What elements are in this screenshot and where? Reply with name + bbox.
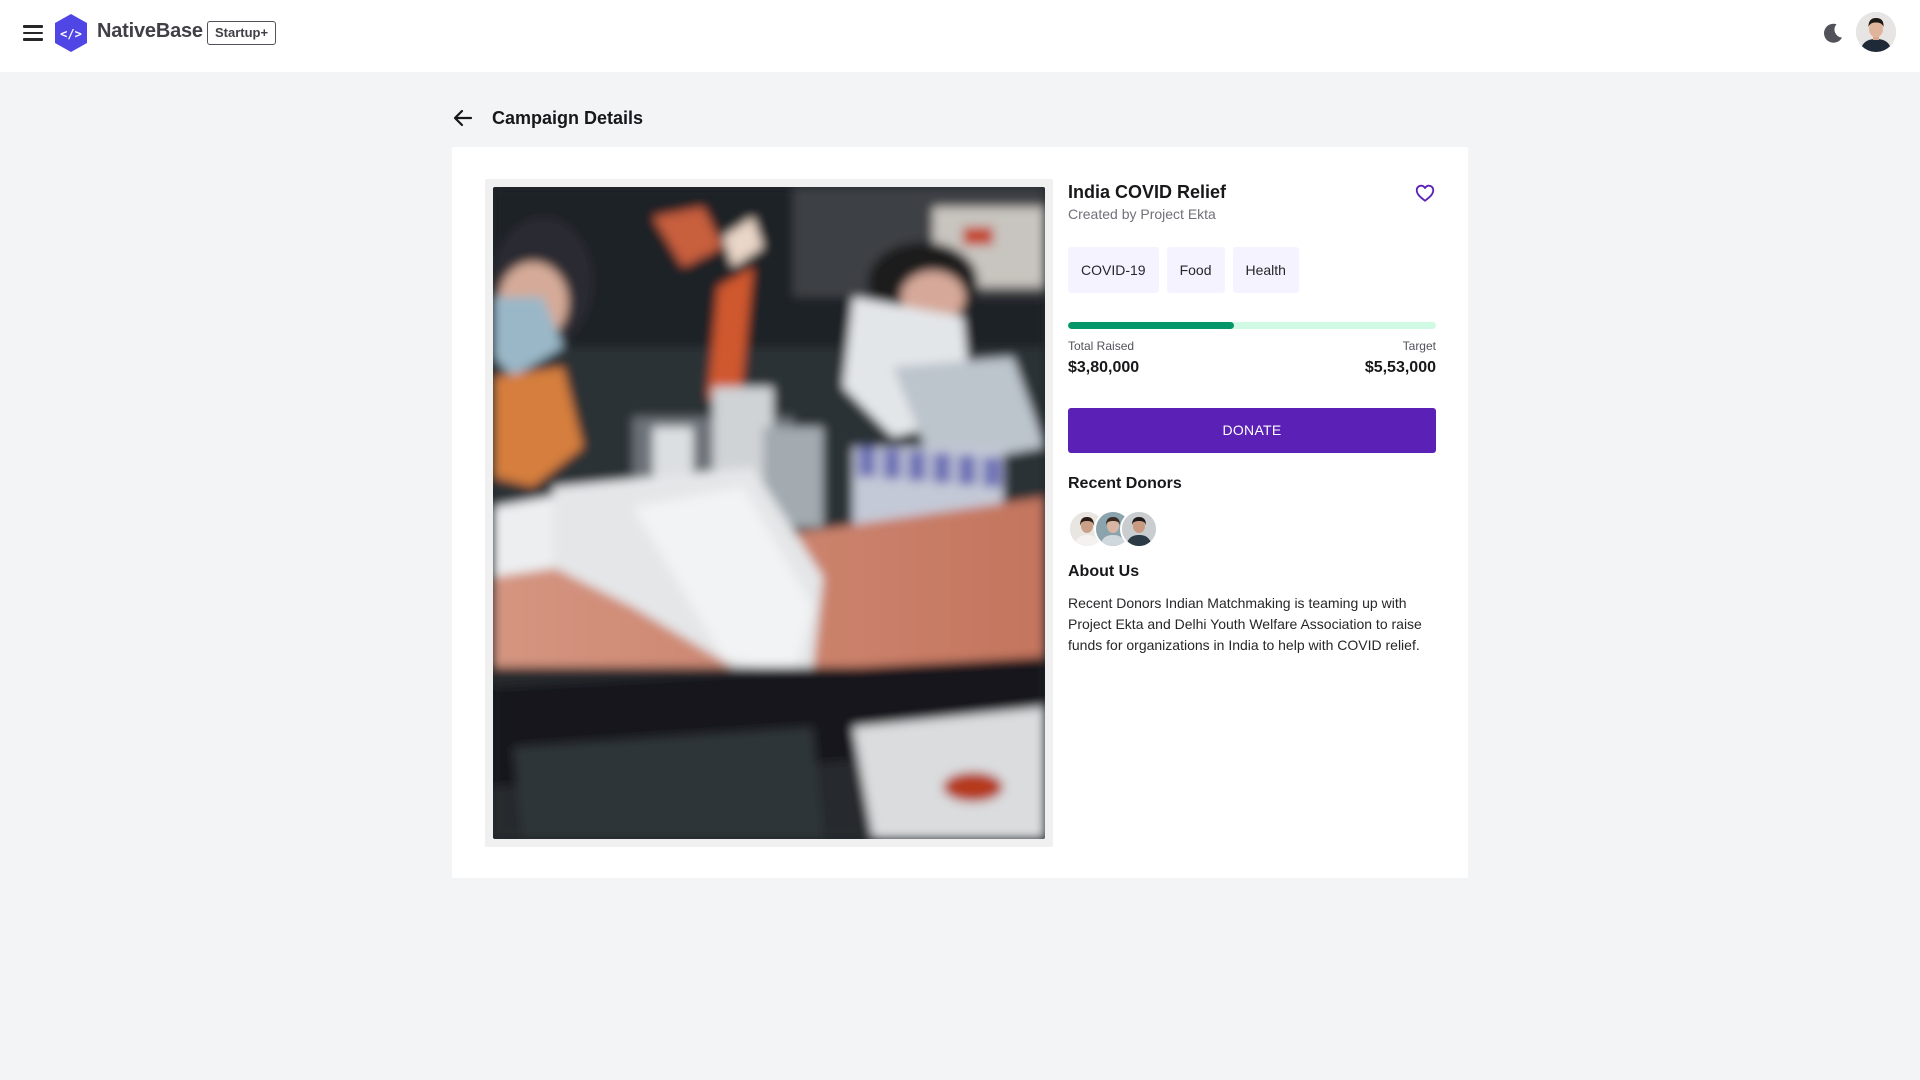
campaign-creator: Created by Project Ekta [1068,206,1216,222]
about-us-heading: About Us [1068,563,1140,580]
tag-health[interactable]: Health [1232,247,1299,293]
user-avatar[interactable] [1856,12,1896,52]
total-raised-label: Total Raised [1068,339,1135,353]
target-value: $5,53,000 [1364,359,1436,376]
moon-icon[interactable] [1820,20,1846,46]
campaign-card: India COVID Relief Created by Project Ek… [452,147,1468,878]
target-label: Target [1402,339,1436,353]
heart-icon[interactable] [1414,182,1436,204]
menu-icon[interactable] [20,20,46,46]
tag-covid-19[interactable]: COVID-19 [1068,247,1159,293]
top-navbar: </> NativeBase Startup+ [0,0,1920,72]
campaign-title: India COVID Relief [1068,182,1227,202]
progress-fill [1068,322,1234,329]
fundraising-progress-bar [1068,322,1436,329]
campaign-tags: COVID-19 Food Health [1068,247,1299,293]
campaign-photo [493,187,1045,839]
back-arrow-icon[interactable] [451,106,475,130]
logo-icon[interactable]: </> [53,13,89,53]
campaign-image-frame [485,179,1053,847]
plan-badge: Startup+ [207,21,277,45]
recent-donors-avatars [1068,510,1168,548]
total-raised-value: $3,80,000 [1068,359,1140,376]
about-us-text: Recent Donors Indian Matchmaking is team… [1068,595,1422,653]
donor-avatar[interactable] [1120,510,1158,548]
recent-donors-heading: Recent Donors [1068,475,1182,492]
tag-food[interactable]: Food [1166,247,1225,293]
page-title: Campaign Details [492,108,644,128]
brand-name[interactable]: NativeBase [97,20,203,43]
svg-text:</>: </> [60,27,82,41]
donate-button[interactable]: DONATE [1068,408,1436,453]
